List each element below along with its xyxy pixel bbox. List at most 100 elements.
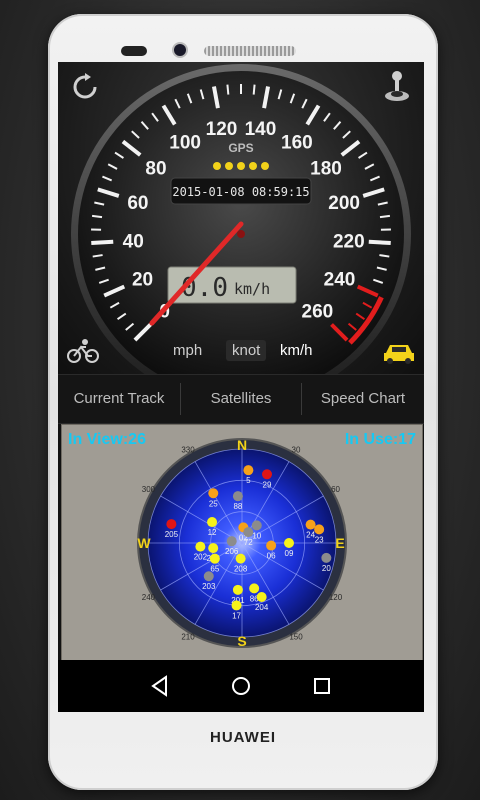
- speedometer-gauge: 020406080100120140160180200220240260 GPS…: [71, 64, 411, 374]
- needle-hub: [237, 230, 245, 238]
- unit-kmh[interactable]: km/h: [280, 342, 313, 359]
- gauge-tick-label: 20: [132, 269, 153, 290]
- sky-degree-label: 60: [331, 485, 340, 494]
- satellite-dot: [208, 488, 219, 499]
- satellite-dot: [195, 541, 206, 552]
- gps-dot: [225, 162, 233, 170]
- gps-dot: [213, 162, 221, 170]
- unit-knot[interactable]: knot: [226, 340, 267, 361]
- gauge-tick-label: 100: [169, 133, 201, 154]
- sky-degree-label: 120: [329, 593, 343, 602]
- phone-top-bar: [48, 42, 438, 62]
- satellite-id: 203: [202, 582, 216, 591]
- gps-label: GPS: [228, 141, 253, 155]
- sky-degree-label: 240: [142, 593, 156, 602]
- satellite-dot: [226, 536, 237, 547]
- sky-degree-label: 300: [142, 485, 156, 494]
- compass-label-s: S: [237, 633, 246, 649]
- gauge-tick-label: 140: [245, 119, 277, 140]
- satellite-id: 205: [165, 530, 179, 539]
- gauge-tick-label: 180: [310, 158, 342, 179]
- satellite-dot: [232, 491, 243, 502]
- bicycle-icon[interactable]: [66, 334, 100, 368]
- gauge-tick: [226, 84, 230, 95]
- unit-selector: mph knot km/h: [138, 330, 348, 374]
- satellite-dot: [235, 553, 246, 564]
- tab-bar: Current Track Satellites Speed Chart: [58, 374, 424, 424]
- tab-satellites[interactable]: Satellites: [181, 375, 301, 423]
- satellite-id: 25: [209, 499, 218, 508]
- gauge-tick: [379, 214, 391, 219]
- tab-current-track[interactable]: Current Track: [58, 375, 180, 423]
- sky-degree-label: 210: [181, 633, 195, 642]
- speed-value: 0.0: [181, 273, 228, 303]
- gauge-tick: [91, 239, 114, 246]
- compass-label-n: N: [237, 437, 247, 453]
- satellite-id: 09: [285, 549, 294, 558]
- satellite-dot: [231, 600, 242, 611]
- gauge-tick-label: 240: [324, 269, 356, 290]
- unit-mph[interactable]: mph: [173, 342, 202, 359]
- gauge-tick: [91, 214, 103, 219]
- home-icon[interactable]: [225, 670, 257, 702]
- gauge-tick-label: 260: [302, 301, 334, 322]
- satellite-id: 208: [234, 565, 248, 574]
- compass-label-w: W: [137, 535, 151, 551]
- speaker-grille: [204, 46, 296, 56]
- sky-degree-label: 150: [289, 633, 303, 642]
- recents-icon[interactable]: [306, 670, 338, 702]
- satellite-id: 72: [244, 538, 253, 547]
- satellite-id: 20: [322, 564, 331, 573]
- gauge-tick-label: 200: [328, 193, 360, 214]
- satellite-dot: [256, 591, 267, 602]
- satellite-id: 88: [233, 502, 242, 511]
- satellite-dot: [207, 517, 218, 528]
- system-nav-bar: [58, 660, 424, 712]
- satellite-dot: [203, 571, 214, 582]
- satellite-id: 12: [208, 528, 217, 537]
- gauge-tick-label: 160: [281, 133, 313, 154]
- sky-degree-label: 330: [181, 445, 195, 454]
- gps-dot: [237, 162, 245, 170]
- sky-plot: 330 3060120150210240300 NESW 25 8829205 122…: [137, 437, 347, 649]
- satellite-id: 17: [232, 611, 241, 620]
- speedometer-panel: 020406080100120140160180200220240260 GPS…: [58, 62, 424, 374]
- satellite-dot: [208, 543, 219, 554]
- sensor-icon: [121, 46, 147, 56]
- gauge-tick: [252, 84, 256, 95]
- car-icon[interactable]: [382, 336, 416, 370]
- speed-unit: km/h: [234, 280, 270, 298]
- satellite-dot: [232, 584, 243, 595]
- satellite-dot: [314, 524, 325, 535]
- satellite-id: 29: [263, 480, 272, 489]
- sky-degree-label: 30: [292, 445, 301, 454]
- reset-icon[interactable]: [68, 70, 102, 104]
- satellite-dot: [262, 469, 273, 480]
- satellite-id: 06: [267, 552, 276, 561]
- satellite-dot: [284, 538, 294, 548]
- back-icon[interactable]: [144, 670, 176, 702]
- satellite-dot: [266, 540, 277, 551]
- gauge-tick: [368, 239, 391, 246]
- satellites-panel: In View:26 In Use:17 330 30 60 120 150 210 240…: [61, 424, 423, 662]
- front-camera-icon: [174, 44, 186, 56]
- satellite-id: 206: [225, 547, 239, 556]
- gauge-tick-label: 120: [206, 119, 238, 140]
- gps-dot: [249, 162, 257, 170]
- satellite-dot: [166, 519, 177, 530]
- satellite-id: 5: [246, 476, 251, 485]
- satellite-id: 10: [252, 531, 261, 540]
- compass-label-e: E: [335, 535, 344, 551]
- gps-dot: [261, 162, 269, 170]
- gauge-tick-label: 60: [127, 193, 148, 214]
- datetime-text: 2015-01-08 08:59:15: [172, 185, 309, 199]
- satellite-dot: [209, 553, 220, 564]
- satellite-dot: [251, 520, 262, 531]
- satellite-id: 23: [315, 535, 324, 544]
- joystick-icon[interactable]: [380, 70, 414, 104]
- satellite-id: 202: [194, 553, 208, 562]
- satellite-dot: [305, 519, 316, 530]
- satellite-id: 204: [255, 603, 269, 612]
- gauge-tick-label: 220: [333, 232, 365, 253]
- tab-speed-chart[interactable]: Speed Chart: [302, 375, 424, 423]
